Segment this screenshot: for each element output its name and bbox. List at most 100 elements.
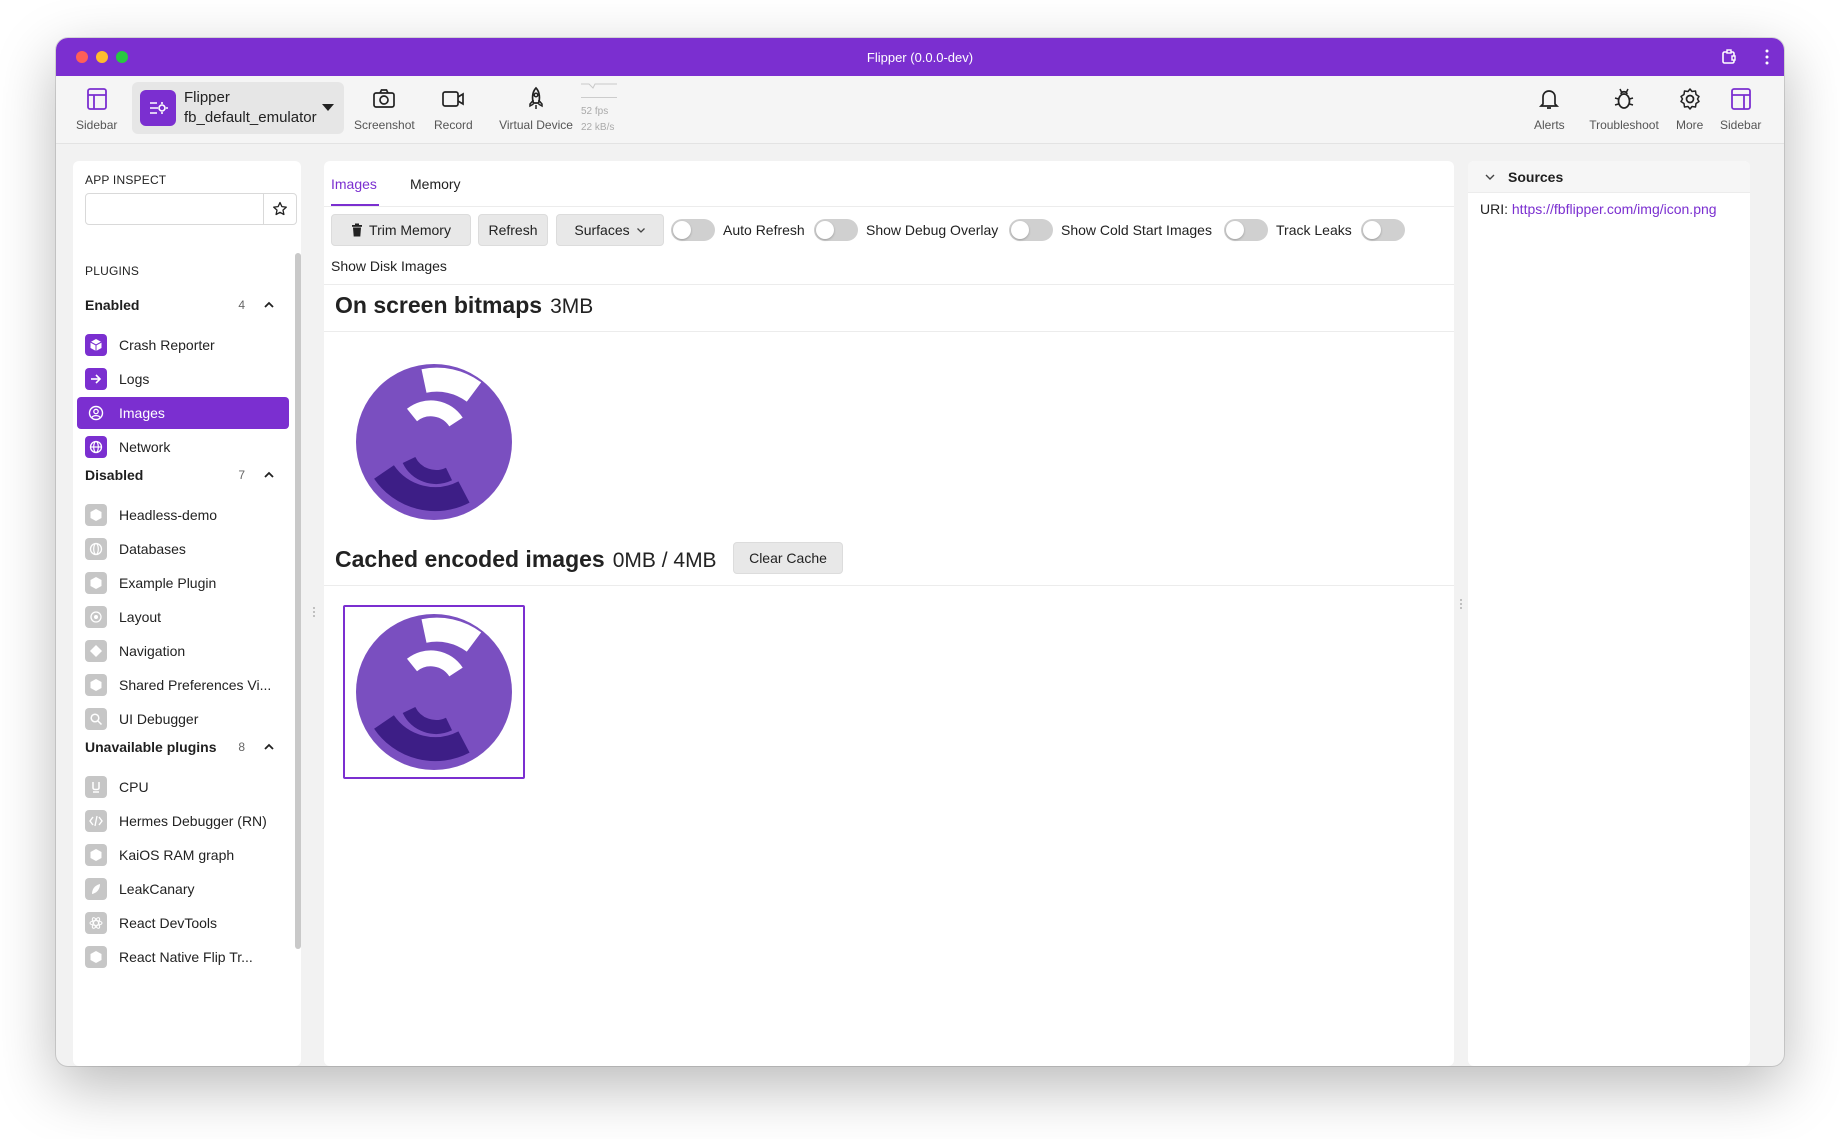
plugin-item-images[interactable]: Images	[77, 397, 289, 429]
uri-link[interactable]: https://fbflipper.com/img/icon.png	[1512, 201, 1717, 217]
plugin-item-react-native-flip-tr[interactable]: React Native Flip Tr...	[77, 941, 289, 973]
video-camera-icon	[442, 91, 465, 107]
troubleshoot-button[interactable]: Troubleshoot	[1584, 86, 1664, 132]
sidebar-scrollbar[interactable]	[295, 253, 301, 949]
plugin-item-example-plugin[interactable]: Example Plugin	[77, 567, 289, 599]
app-device-icon	[140, 90, 176, 126]
plugin-label: LeakCanary	[119, 881, 195, 897]
caret-down-icon	[322, 104, 334, 111]
chevron-up-icon	[264, 471, 274, 478]
plugin-item-react-devtools[interactable]: React DevTools	[77, 907, 289, 939]
cached-image-thumbnail[interactable]	[343, 605, 525, 779]
alerts-label: Alerts	[1534, 118, 1565, 132]
more-vertical-icon[interactable]	[1764, 49, 1770, 68]
section-title: Cached encoded images	[335, 546, 605, 572]
plugin-item-navigation[interactable]: Navigation	[77, 635, 289, 667]
plugin-item-databases[interactable]: Databases	[77, 533, 289, 565]
right-resize-handle[interactable]	[1459, 598, 1463, 612]
bug-icon	[1614, 88, 1634, 109]
more-button[interactable]: More	[1676, 86, 1703, 132]
screenshot-button[interactable]: Screenshot	[354, 86, 415, 132]
group-count: 7	[238, 468, 245, 482]
code-icon	[85, 810, 107, 832]
tab-images[interactable]: Images	[331, 176, 377, 192]
plugin-item-network[interactable]: Network	[77, 431, 289, 463]
box-icon	[85, 674, 107, 696]
group-unavailable[interactable]: Unavailable plugins 8	[85, 737, 285, 757]
debug-overlay-toggle[interactable]	[814, 219, 858, 241]
plugin-item-ui-debugger[interactable]: UI Debugger	[77, 703, 289, 735]
plugin-item-hermes-debugger[interactable]: Hermes Debugger (RN)	[77, 805, 289, 837]
sources-section-header[interactable]: Sources	[1468, 161, 1750, 193]
disk-images-toggle[interactable]	[1361, 219, 1405, 241]
trim-memory-button[interactable]: Trim Memory	[331, 214, 471, 246]
plugin-item-logs[interactable]: Logs	[77, 363, 289, 395]
extension-icon[interactable]	[1720, 48, 1738, 69]
virtual-device-label: Virtual Device	[499, 118, 573, 132]
auto-refresh-label: Auto Refresh	[723, 222, 805, 238]
title-bar: Flipper (0.0.0-dev)	[56, 38, 1784, 76]
fps-value: 52 fps	[581, 106, 609, 117]
refresh-label: Refresh	[488, 222, 538, 238]
chevron-up-icon	[264, 743, 274, 750]
minimize-window-button[interactable]	[96, 51, 108, 63]
alerts-button[interactable]: Alerts	[1534, 86, 1565, 132]
screenshot-label: Screenshot	[354, 118, 415, 132]
trim-memory-label: Trim Memory	[369, 222, 451, 238]
right-sidebar-toggle[interactable]: Sidebar	[1720, 86, 1761, 132]
group-title: Unavailable plugins	[85, 739, 217, 755]
plugin-label: React Native Flip Tr...	[119, 949, 253, 965]
window-title: Flipper (0.0.0-dev)	[866, 49, 974, 65]
plugin-label: Layout	[119, 609, 162, 625]
plugin-label: Logs	[119, 371, 150, 387]
device-selector[interactable]: Flipper fb_default_emulator	[132, 82, 344, 134]
left-sidebar-toggle[interactable]: Sidebar	[76, 86, 117, 132]
divider	[324, 284, 1454, 285]
plugin-item-headless-demo[interactable]: Headless-demo	[77, 499, 289, 531]
auto-refresh-toggle[interactable]	[671, 219, 715, 241]
database-icon	[85, 538, 107, 560]
surfaces-dropdown[interactable]: Surfaces	[556, 214, 664, 246]
layout-icon	[85, 606, 107, 628]
plugin-label: UI Debugger	[119, 711, 199, 727]
plugin-item-leakcanary[interactable]: LeakCanary	[77, 873, 289, 905]
star-icon[interactable]	[263, 194, 296, 224]
tab-memory[interactable]: Memory	[410, 176, 461, 192]
plugin-item-cpu[interactable]: CPU	[77, 771, 289, 803]
cold-start-toggle[interactable]	[1009, 219, 1053, 241]
group-enabled[interactable]: Enabled 4	[85, 295, 285, 315]
plugins-heading: PLUGINS	[85, 264, 140, 278]
gear-icon	[1679, 88, 1700, 110]
on-screen-bitmaps-heading: On screen bitmaps 3MB	[335, 292, 593, 319]
surfaces-label: Surfaces	[574, 222, 630, 238]
record-button[interactable]: Record	[434, 86, 473, 132]
plugin-item-layout[interactable]: Layout	[77, 601, 289, 633]
close-window-button[interactable]	[76, 51, 88, 63]
right-sidebar-label: Sidebar	[1720, 118, 1762, 132]
window-controls	[76, 51, 128, 63]
bell-icon	[1539, 90, 1560, 109]
fps-sparkline	[581, 82, 617, 98]
clear-cache-button[interactable]: Clear Cache	[733, 542, 843, 574]
sidebar-icon	[86, 88, 107, 110]
maximize-window-button[interactable]	[116, 51, 128, 63]
plugin-search-input[interactable]	[86, 194, 263, 224]
cold-start-label: Show Cold Start Images	[1061, 222, 1212, 238]
refresh-button[interactable]: Refresh	[478, 214, 548, 246]
left-resize-handle[interactable]	[312, 606, 316, 620]
sources-title: Sources	[1508, 168, 1564, 185]
plugin-item-shared-preferences[interactable]: Shared Preferences Vi...	[77, 669, 289, 701]
plugin-item-kaios-ram-graph[interactable]: KaiOS RAM graph	[77, 839, 289, 871]
bitmap-thumbnail[interactable]	[351, 359, 517, 525]
more-label: More	[1676, 118, 1704, 132]
app-window: Flipper (0.0.0-dev) Sidebar Flipper fb_d…	[56, 38, 1784, 1066]
group-disabled[interactable]: Disabled 7	[85, 465, 285, 485]
plugin-item-crash-reporter[interactable]: Crash Reporter	[77, 329, 289, 361]
react-icon	[85, 912, 107, 934]
left-sidebar-label: Sidebar	[76, 118, 118, 132]
section-size: 0MB / 4MB	[612, 549, 717, 572]
app-inspect-heading: APP INSPECT	[85, 173, 167, 187]
virtual-device-button[interactable]: Virtual Device	[491, 86, 581, 132]
track-leaks-toggle[interactable]	[1224, 219, 1268, 241]
plugin-label: CPU	[119, 779, 149, 795]
